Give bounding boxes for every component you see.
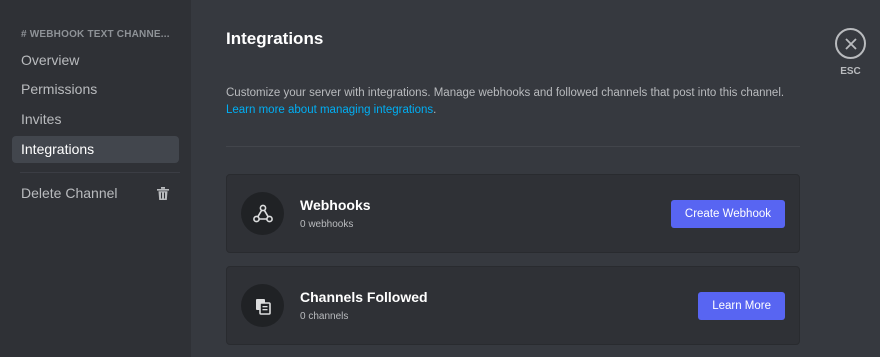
channels-followed-count: 0 channels [300,311,349,322]
esc-label: ESC [840,66,861,77]
channels-followed-card: Channels Followed 0 channels Learn More [226,266,800,345]
webhook-icon [241,192,284,235]
trash-icon [157,187,169,200]
sidebar-channel-header: # WEBHOOK TEXT CHANNE... [21,29,170,40]
webhooks-card: Webhooks 0 webhooks Create Webhook [226,174,800,253]
webhooks-title: Webhooks [300,197,371,213]
description-text: Customize your server with integrations.… [226,87,785,99]
sidebar-divider [20,172,180,173]
delete-channel-label: Delete Channel [21,185,118,201]
section-divider [226,146,800,147]
webhooks-count: 0 webhooks [300,219,354,230]
settings-sidebar: # WEBHOOK TEXT CHANNE... Overview Permis… [0,0,191,357]
sidebar-item-label: Invites [21,111,62,127]
delete-channel-button[interactable]: Delete Channel [12,180,179,207]
create-webhook-button[interactable]: Create Webhook [670,200,785,228]
sidebar-item-label: Permissions [21,81,98,97]
sidebar-item-overview[interactable]: Overview [12,47,179,74]
sidebar-item-label: Overview [21,52,80,68]
channels-followed-title: Channels Followed [300,289,428,305]
sidebar-item-integrations[interactable]: Integrations [12,136,179,163]
close-control: ESC [835,28,866,77]
sidebar-item-label: Integrations [21,141,95,157]
close-button[interactable] [835,28,866,59]
close-icon [844,37,857,50]
integrations-description: Customize your server with integrations.… [226,85,806,119]
link-suffix: . [433,104,437,116]
learn-more-button[interactable]: Learn More [698,292,785,320]
sidebar-item-permissions[interactable]: Permissions [12,76,179,103]
learn-more-link[interactable]: Learn more about managing integrations [226,104,433,116]
main-content: Integrations Customize your server with … [191,0,880,357]
sidebar-item-invites[interactable]: Invites [12,106,179,133]
page-title: Integrations [226,29,324,48]
channels-followed-icon [241,284,284,327]
